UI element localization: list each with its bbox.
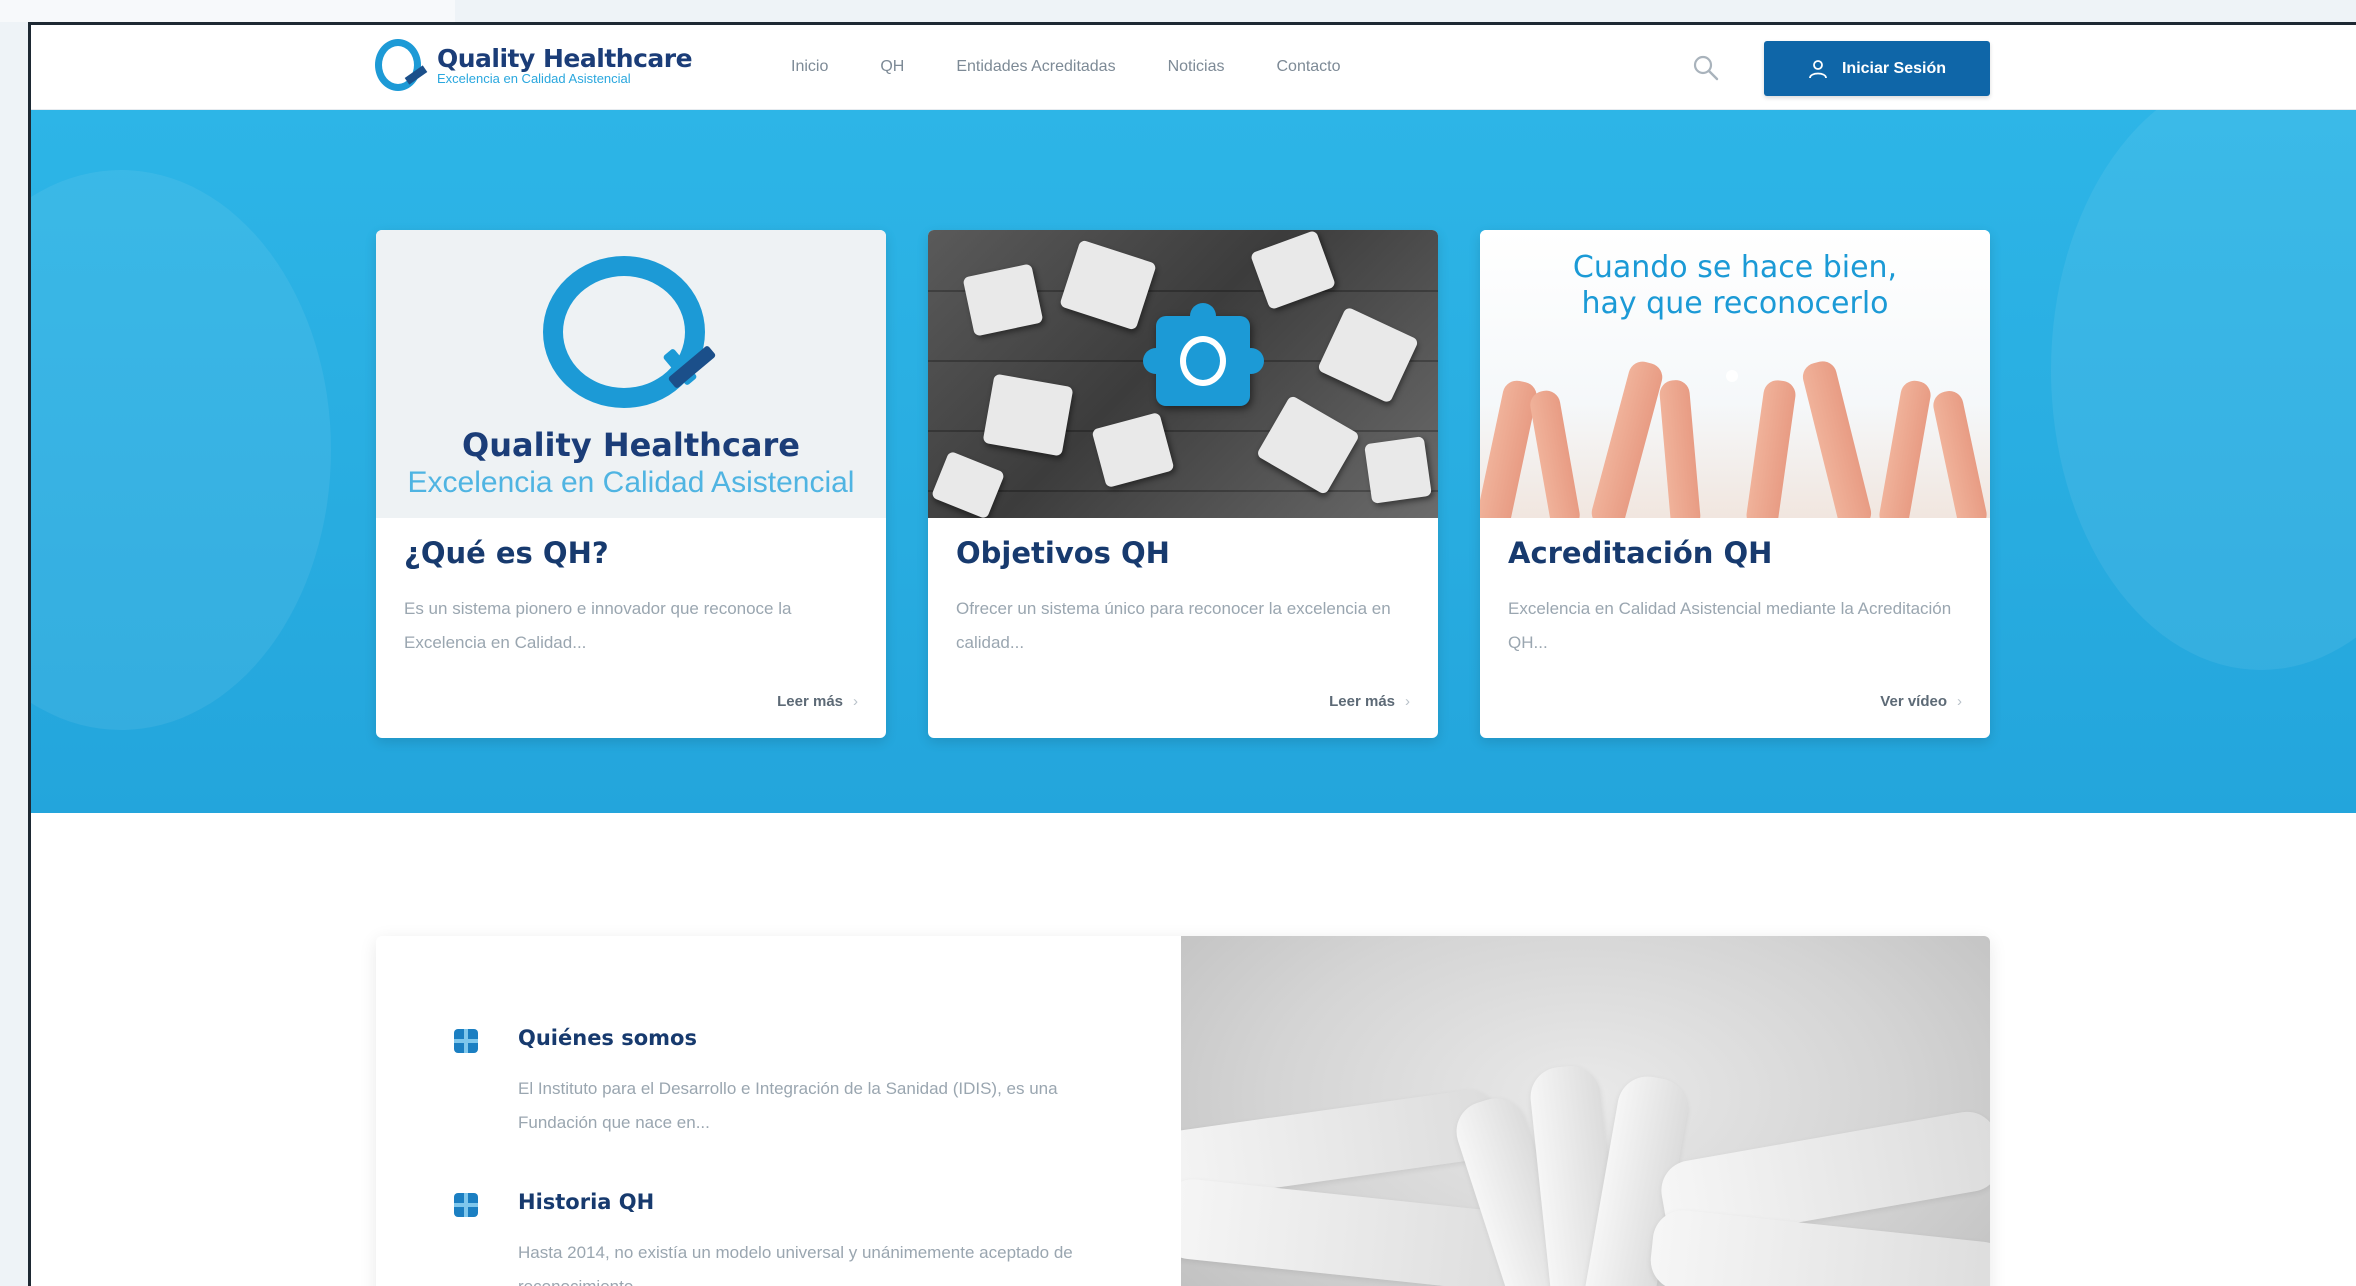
card-title: ¿Qué es QH?	[404, 536, 609, 570]
info-title: Historia QH	[518, 1190, 655, 1214]
nav-entidades-acreditadas[interactable]: Entidades Acreditadas	[956, 58, 1115, 76]
read-more-link[interactable]: Leer más ›	[1329, 693, 1410, 710]
about-section: Quiénes somos El Instituto para el Desar…	[31, 813, 2356, 1286]
info-title: Quiénes somos	[518, 1026, 697, 1050]
login-button[interactable]: Iniciar Sesión	[1764, 41, 1990, 96]
card-que-es-qh: Quality Healthcare Excelencia en Calidad…	[376, 230, 886, 738]
info-text: El Instituto para el Desarrollo e Integr…	[518, 1079, 1058, 1132]
logo-title: Quality Healthcare	[437, 44, 693, 73]
slogan-line-2: hay que reconocerlo	[1581, 286, 1889, 321]
play-icon[interactable]	[1726, 370, 1738, 382]
hands-together-photo	[1181, 936, 1990, 1286]
card-title: Acreditación QH	[1508, 536, 1773, 570]
website-frame: Quality Healthcare Excelencia en Calidad…	[28, 22, 2356, 1286]
card-objetivos-qh: Objetivos QH Ofrecer un sistema único pa…	[928, 230, 1438, 738]
main-nav: Inicio QH Entidades Acreditadas Noticias…	[791, 58, 1393, 76]
card-image-puzzle	[928, 230, 1438, 518]
bullet-icon	[454, 1193, 478, 1217]
slogan-line-1: Cuando se hace bien,	[1572, 250, 1898, 285]
card-text: Ofrecer un sistema único para reconocer …	[956, 599, 1391, 652]
card-image-clapping-hands: Cuando se hace bien, hay que reconocerlo	[1480, 230, 1990, 518]
card-acreditacion-qh: Cuando se hace bien, hay que reconocerlo…	[1480, 230, 1990, 738]
card-image-qh-logo: Quality Healthcare Excelencia en Calidad…	[376, 230, 886, 518]
chevron-right-icon: ›	[1957, 693, 1962, 710]
hero-section: Quality Healthcare Excelencia en Calidad…	[31, 110, 2356, 813]
bullet-icon	[454, 1029, 478, 1053]
watch-video-label: Ver vídeo	[1880, 693, 1947, 710]
logo-q-icon	[373, 37, 429, 93]
nav-noticias[interactable]: Noticias	[1168, 58, 1225, 76]
site-logo[interactable]: Quality Healthcare Excelencia en Calidad…	[373, 37, 693, 93]
login-button-label: Iniciar Sesión	[1841, 59, 1947, 77]
nav-inicio[interactable]: Inicio	[791, 58, 828, 76]
card-image-tagline: Excelencia en Calidad Asistencial	[407, 466, 855, 499]
browser-tab-strip	[0, 0, 455, 22]
read-more-link[interactable]: Leer más ›	[777, 693, 858, 710]
card-text: Es un sistema pionero e innovador que re…	[404, 599, 792, 652]
read-more-label: Leer más	[777, 693, 843, 710]
search-icon[interactable]	[1691, 53, 1721, 83]
nav-contacto[interactable]: Contacto	[1276, 58, 1340, 76]
read-more-label: Leer más	[1329, 693, 1395, 710]
logo-tagline: Excelencia en Calidad Asistencial	[437, 71, 631, 86]
info-text: Hasta 2014, no existía un modelo univers…	[518, 1243, 1073, 1286]
puzzle-icon	[1143, 303, 1264, 406]
watch-video-link[interactable]: Ver vídeo ›	[1880, 693, 1962, 710]
nav-qh[interactable]: QH	[880, 58, 904, 76]
card-image-slogan: Cuando se hace bien, hay que reconocerlo	[1480, 250, 1990, 322]
user-icon	[1809, 59, 1827, 78]
about-box: Quiénes somos El Instituto para el Desar…	[376, 936, 1990, 1286]
navbar: Quality Healthcare Excelencia en Calidad…	[31, 25, 2356, 110]
card-image-brand-name: Quality Healthcare	[462, 426, 800, 464]
card-title: Objetivos QH	[956, 536, 1170, 570]
chevron-right-icon: ›	[1405, 693, 1410, 710]
card-text: Excelencia en Calidad Asistencial median…	[1508, 599, 1952, 652]
chevron-right-icon: ›	[853, 693, 858, 710]
